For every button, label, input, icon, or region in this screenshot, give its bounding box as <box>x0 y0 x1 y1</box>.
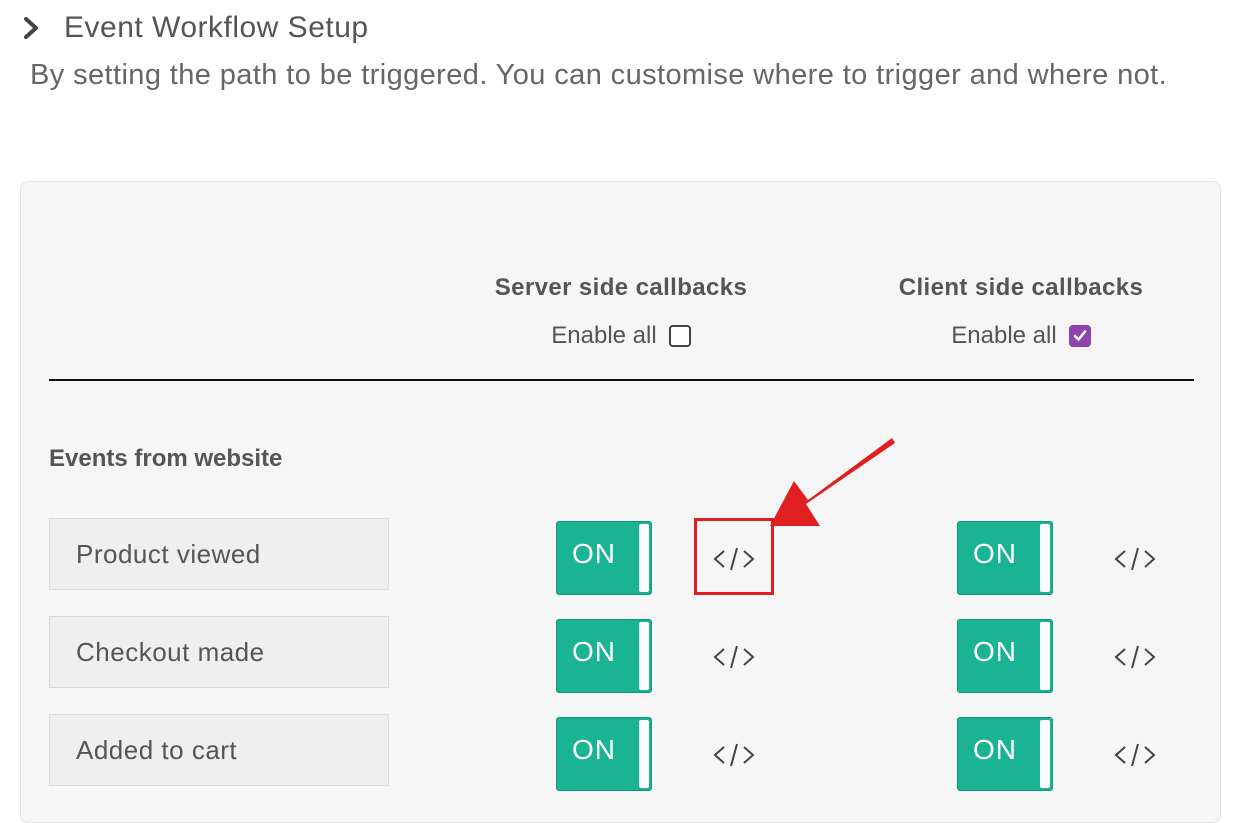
section-header[interactable]: Event Workflow Setup <box>18 8 369 48</box>
server-column-title: Server side callbacks <box>494 274 748 301</box>
toggle-knob <box>1040 622 1050 690</box>
client-enable-all-label: Enable all <box>951 322 1057 349</box>
toggle-label: ON <box>572 538 616 569</box>
client-toggle-product-viewed[interactable]: ON <box>957 521 1053 595</box>
server-enable-all-checkbox[interactable] <box>668 325 691 347</box>
events-section-label: Events from website <box>49 445 283 472</box>
toggle-label: ON <box>973 538 1017 569</box>
client-code-icon-added-to-cart[interactable] <box>1110 740 1160 770</box>
toggle-knob <box>1040 720 1050 788</box>
server-toggle-product-viewed[interactable]: ON <box>556 521 652 595</box>
client-code-icon-checkout-made[interactable] <box>1110 642 1160 672</box>
toggle-label: ON <box>572 636 616 667</box>
event-label-checkout-made: Checkout made <box>49 616 389 688</box>
toggle-label: ON <box>572 734 616 765</box>
toggle-knob <box>1040 524 1050 592</box>
toggle-label: ON <box>973 734 1017 765</box>
client-enable-all-checkbox[interactable] <box>1068 325 1091 347</box>
server-toggle-checkout-made[interactable]: ON <box>556 619 652 693</box>
checkmark-icon <box>1073 330 1086 341</box>
server-code-icon-added-to-cart[interactable] <box>709 740 759 770</box>
callbacks-panel: Server side callbacks Enable all Client … <box>20 181 1221 823</box>
client-column-title: Client side callbacks <box>898 274 1144 301</box>
header-divider <box>49 379 1194 381</box>
toggle-label: ON <box>973 636 1017 667</box>
client-code-icon-product-viewed[interactable] <box>1110 544 1160 574</box>
client-toggle-checkout-made[interactable]: ON <box>957 619 1053 693</box>
client-toggle-added-to-cart[interactable]: ON <box>957 717 1053 791</box>
event-label-product-viewed: Product viewed <box>49 518 389 590</box>
event-label-added-to-cart: Added to cart <box>49 714 389 786</box>
toggle-knob <box>639 524 649 592</box>
toggle-knob <box>639 622 649 690</box>
server-code-icon-checkout-made[interactable] <box>709 642 759 672</box>
section-description: By setting the path to be triggered. You… <box>30 59 1168 91</box>
section-title: Event Workflow Setup <box>64 11 369 44</box>
chevron-right-icon[interactable] <box>18 15 44 41</box>
client-column-header: Client side callbacks Enable all <box>851 274 1191 350</box>
server-column-header: Server side callbacks Enable all <box>451 274 791 350</box>
server-enable-all-label: Enable all <box>551 322 657 349</box>
server-toggle-added-to-cart[interactable]: ON <box>556 717 652 791</box>
annotation-highlight-box <box>694 518 774 595</box>
toggle-knob <box>639 720 649 788</box>
